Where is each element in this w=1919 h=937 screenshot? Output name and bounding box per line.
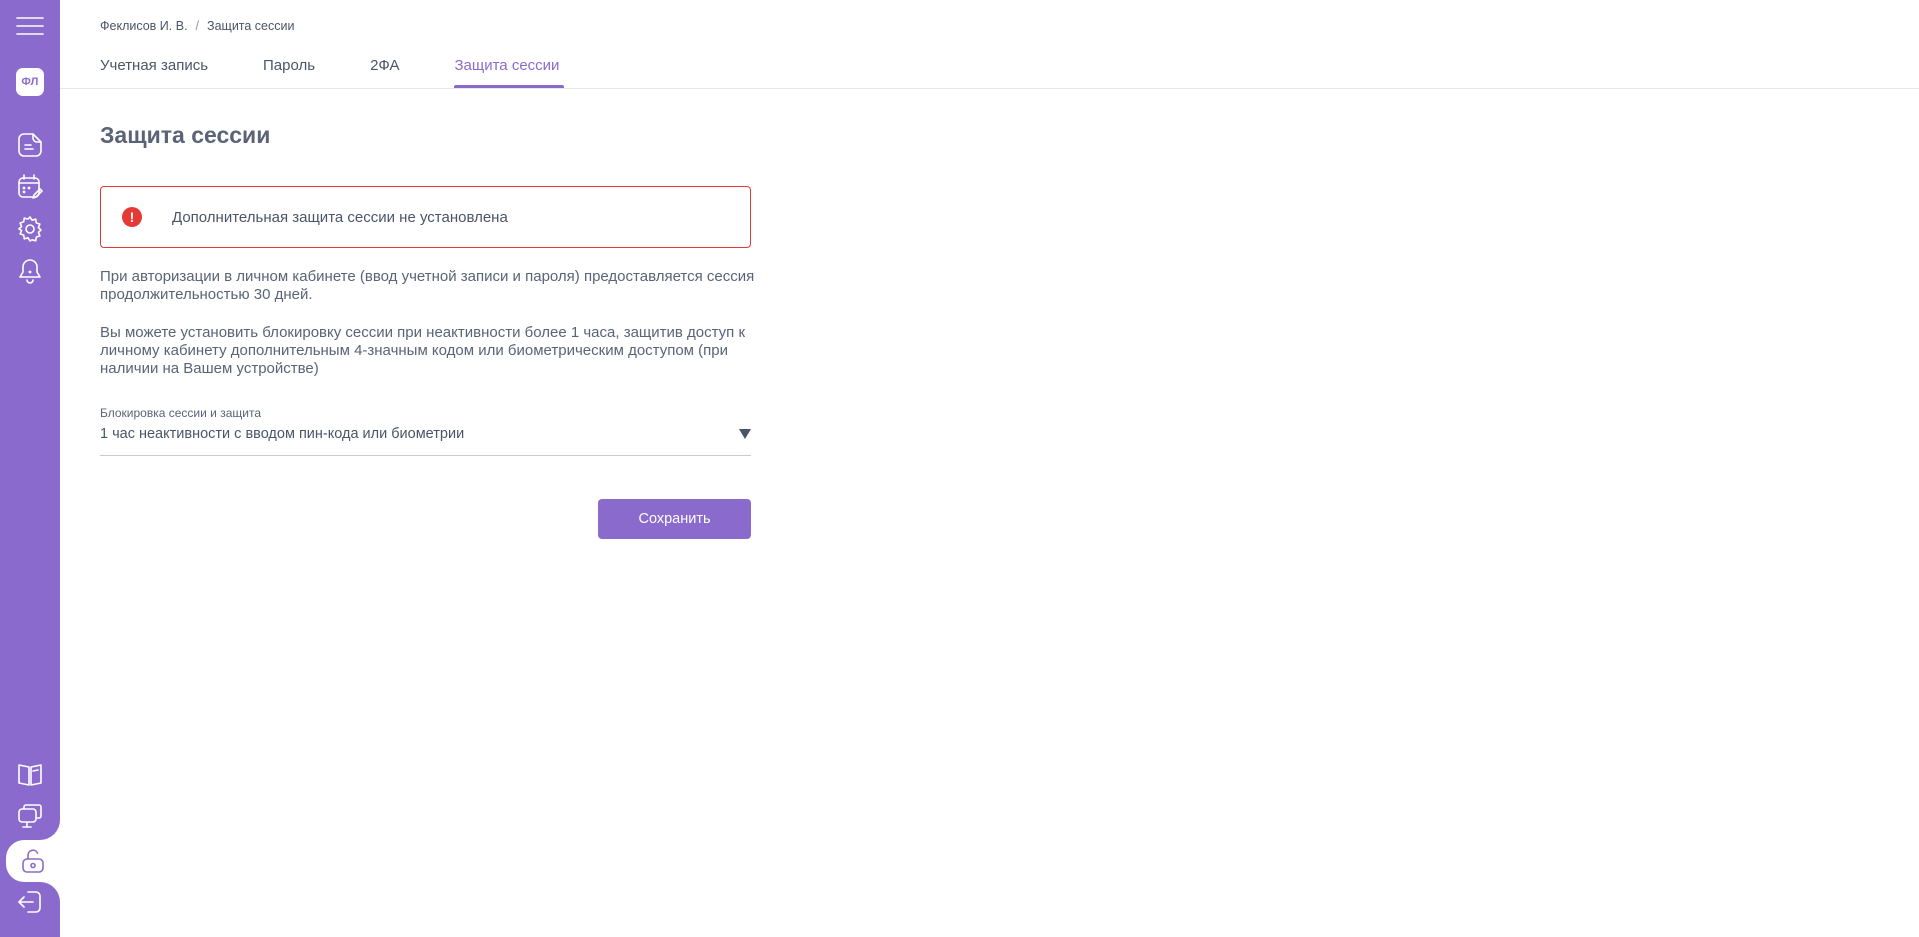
warning-alert: ! Дополнительная защита сессии не устано…: [100, 186, 751, 248]
tab-2fa[interactable]: 2ФА: [370, 56, 399, 89]
lock-icon: [22, 849, 44, 873]
select-value: 1 час неактивности с вводом пин-кода или…: [100, 426, 465, 442]
breadcrumb: Феклисов И. В. / Защита сессии: [100, 19, 294, 33]
document-icon: [18, 133, 42, 157]
avatar-button[interactable]: ФЛ: [0, 62, 60, 102]
avatar: ФЛ: [16, 68, 44, 96]
alert-text: Дополнительная защита сессии не установл…: [172, 208, 508, 226]
sidebar-item-settings[interactable]: [0, 209, 60, 249]
menu-icon: [16, 17, 44, 35]
sidebar-item-session-protection[interactable]: [6, 840, 60, 882]
sidebar-item-calendar[interactable]: [0, 167, 60, 207]
session-info-text: При авторизации в личном кабинете (ввод …: [100, 268, 755, 303]
calendar-edit-icon: [18, 174, 43, 199]
logout-button[interactable]: [0, 882, 60, 922]
tabs-divider: [60, 88, 1919, 89]
active-tab-curve: [40, 820, 60, 840]
sidebar-item-help[interactable]: [0, 754, 60, 794]
gear-icon: [18, 216, 42, 242]
session-lock-select[interactable]: Блокировка сессии и защита 1 час неактив…: [100, 406, 751, 456]
breadcrumb-current: Защита сессии: [207, 19, 295, 33]
dropdown-arrow-icon: [739, 429, 751, 439]
select-label: Блокировка сессии и защита: [100, 406, 261, 420]
tab-account[interactable]: Учетная запись: [100, 56, 208, 89]
tab-bar: Учетная запись Пароль 2ФА Защита сессии: [100, 56, 614, 89]
breadcrumb-separator: /: [195, 19, 200, 33]
save-button[interactable]: Сохранить: [598, 499, 751, 539]
session-lock-info-text: Вы можете установить блокировку сессии п…: [100, 324, 746, 377]
menu-button[interactable]: [0, 6, 60, 46]
breadcrumb-user-link[interactable]: Феклисов И. В.: [100, 19, 188, 33]
sidebar-item-documents[interactable]: [0, 125, 60, 165]
tab-session-protection[interactable]: Защита сессии: [454, 56, 565, 89]
bell-icon: [19, 259, 41, 284]
exit-icon: [18, 891, 41, 913]
exclamation-icon: !: [122, 207, 142, 227]
tab-password[interactable]: Пароль: [263, 56, 315, 89]
sidebar-item-notifications[interactable]: [0, 251, 60, 291]
book-icon: [18, 764, 42, 786]
page-title: Защита сессии: [100, 122, 271, 148]
